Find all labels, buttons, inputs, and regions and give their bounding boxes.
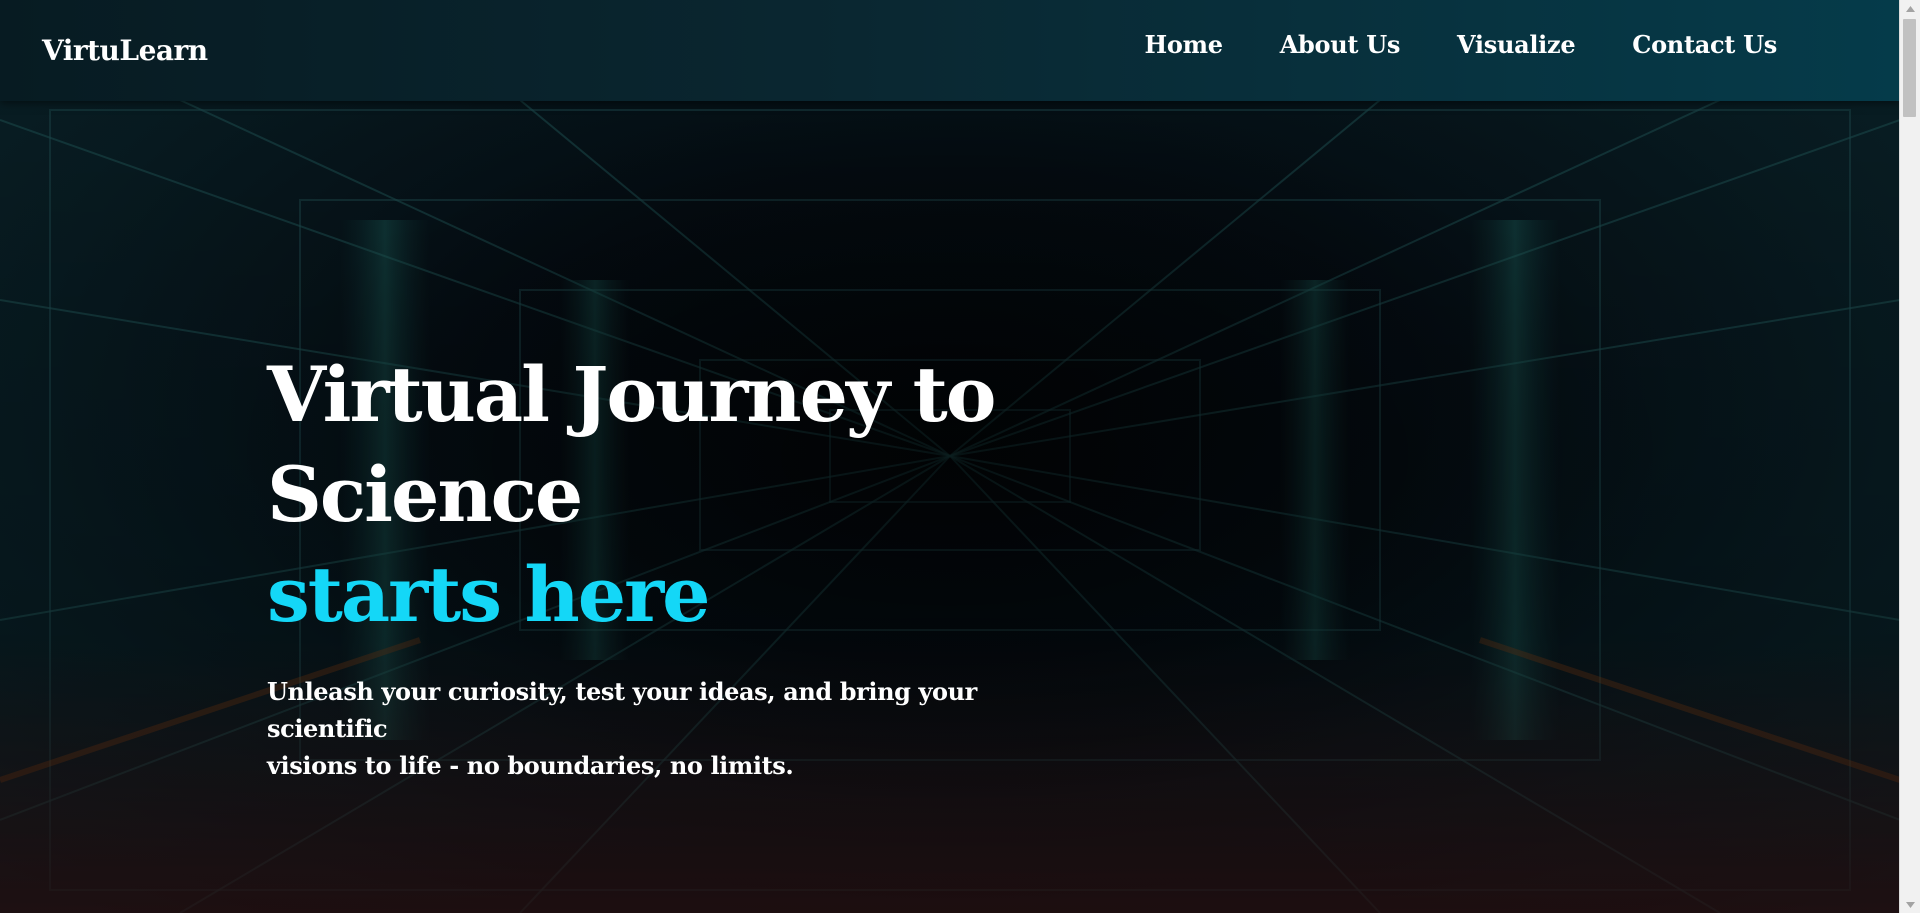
hero-subtitle-line1: Unleash your curiosity, test your ideas,…: [267, 677, 977, 743]
scrollbar-thumb[interactable]: [1903, 19, 1916, 117]
nav-menu: Home About Us Visualize Contact Us: [1145, 30, 1778, 59]
nav-link-contact-us[interactable]: Contact Us: [1632, 30, 1777, 59]
hero-title-accent: starts here: [267, 550, 711, 639]
nav-link-visualize[interactable]: Visualize: [1457, 30, 1576, 59]
hero-title: Virtual Journey to Science starts here: [267, 345, 1027, 645]
hero-section: Virtual Journey to Science starts here U…: [267, 345, 1027, 784]
page: VirtuLearn Home About Us Visualize Conta…: [0, 0, 1920, 913]
hero-subtitle-line2: visions to life - no boundaries, no limi…: [267, 751, 794, 780]
hero-subtitle: Unleash your curiosity, test your ideas,…: [267, 673, 1027, 784]
top-navbar: VirtuLearn Home About Us Visualize Conta…: [0, 0, 1900, 101]
hero-title-line2: Science: [267, 450, 583, 539]
vertical-scrollbar[interactable]: [1899, 0, 1920, 913]
nav-link-about-us[interactable]: About Us: [1280, 30, 1401, 59]
nav-link-home[interactable]: Home: [1145, 30, 1223, 59]
triangle-down-icon[interactable]: [1900, 896, 1920, 913]
brand-logo[interactable]: VirtuLearn: [42, 34, 208, 67]
triangle-up-icon[interactable]: [1900, 0, 1920, 17]
hero-title-line1: Virtual Journey to: [267, 350, 996, 439]
